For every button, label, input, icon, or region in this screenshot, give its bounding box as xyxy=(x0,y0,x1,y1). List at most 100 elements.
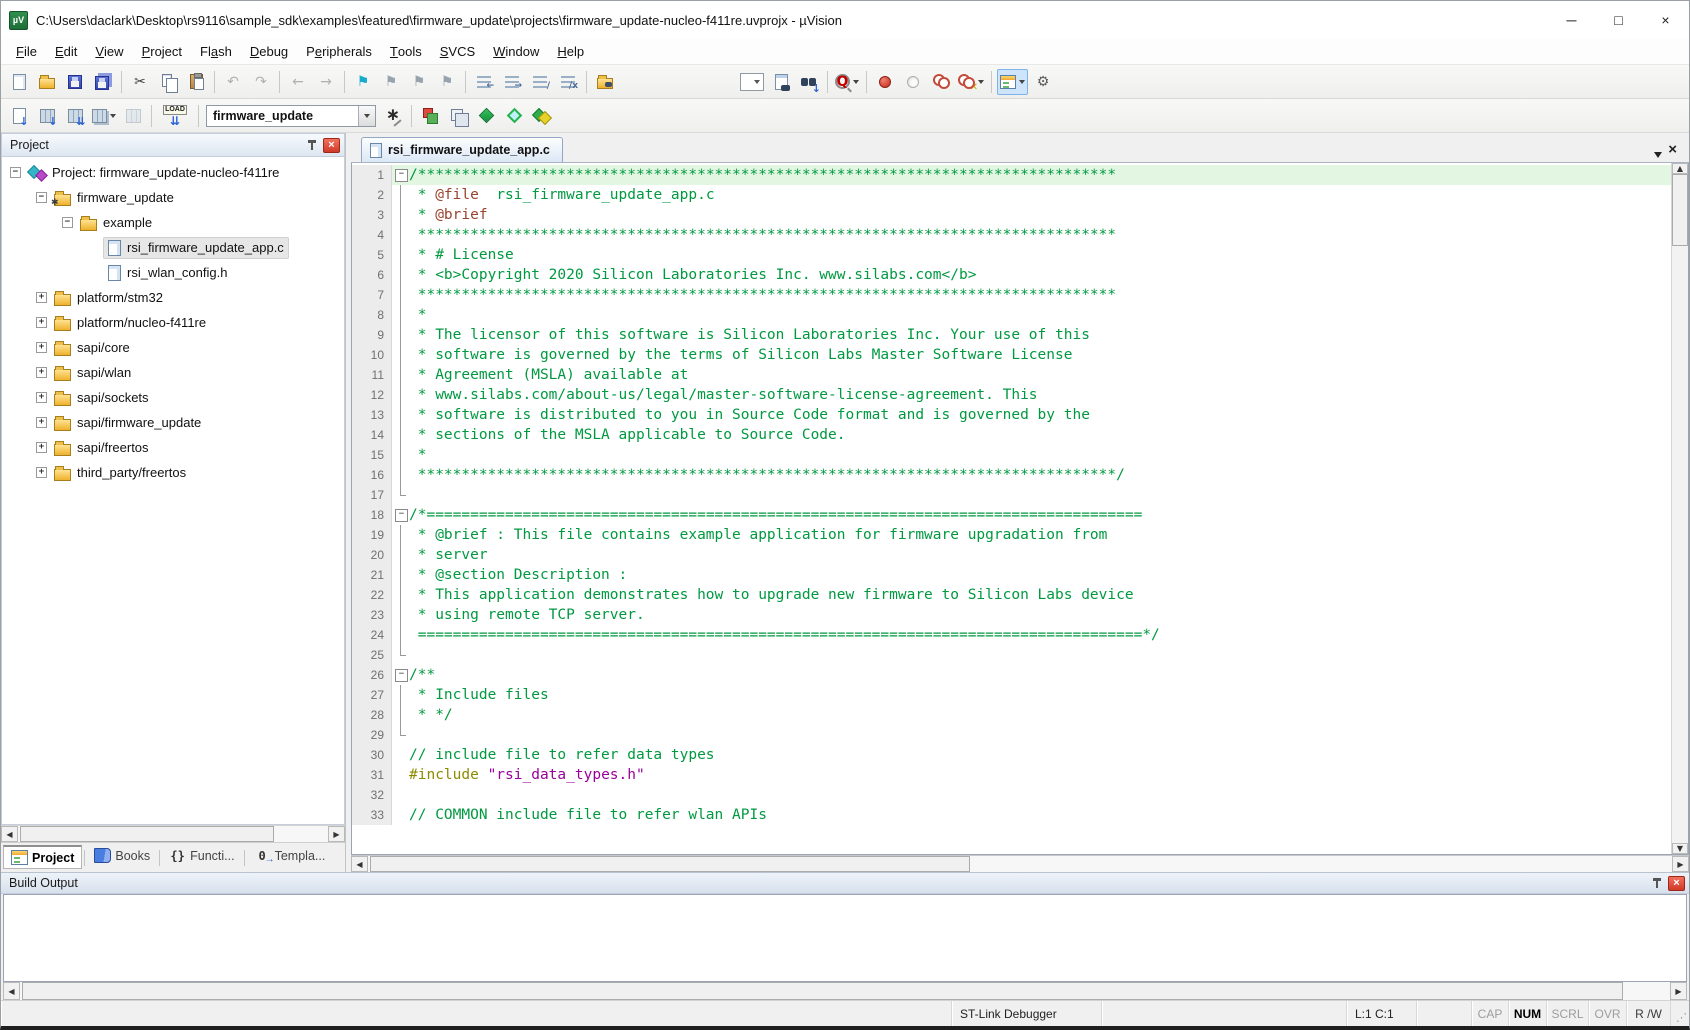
enable-breakpoint-button[interactable] xyxy=(900,69,926,95)
code-line[interactable]: 10 * software is governed by the terms o… xyxy=(352,345,1671,365)
menu-project[interactable]: Project xyxy=(133,39,191,64)
code-line[interactable]: 19 * @brief : This file contains example… xyxy=(352,525,1671,545)
bookmark-next-button[interactable]: ⚑ xyxy=(378,69,404,95)
code-line[interactable]: 31#include "rsi_data_types.h" xyxy=(352,765,1671,785)
scroll-right-icon[interactable]: ▶ xyxy=(1670,982,1687,1000)
stop-build-button[interactable] xyxy=(120,103,146,129)
pin-icon[interactable] xyxy=(1652,878,1662,889)
unindent-button[interactable]: ← xyxy=(471,69,497,95)
quick-search-button[interactable]: Q xyxy=(833,69,861,95)
editor-hscrollbar[interactable]: ◀ ▶ xyxy=(351,855,1689,872)
build-button[interactable]: ↓ xyxy=(34,103,60,129)
manage-rte-button[interactable] xyxy=(473,103,499,129)
tree-item[interactable]: +sapi/firmware_update xyxy=(2,410,344,435)
code-line[interactable]: 27 * Include files xyxy=(352,685,1671,705)
project-panel-close-icon[interactable] xyxy=(323,138,340,153)
open-file-button[interactable] xyxy=(34,69,60,95)
find-in-files-2-button[interactable] xyxy=(768,69,794,95)
search-history-combobox[interactable] xyxy=(738,69,766,95)
download-button[interactable]: LOAD⇊ xyxy=(157,103,193,129)
tab-project[interactable]: Project xyxy=(3,845,82,869)
code-line[interactable]: 16 *************************************… xyxy=(352,465,1671,485)
tab-books[interactable]: Books xyxy=(87,845,157,866)
tab-functi[interactable]: {}Functi... xyxy=(162,845,241,866)
collapse-icon[interactable]: − xyxy=(62,217,73,228)
scroll-up-icon[interactable]: ▲ xyxy=(1672,163,1688,174)
tree-item[interactable]: −example xyxy=(2,210,344,235)
undo-button[interactable]: ↶ xyxy=(220,69,246,95)
scroll-left-icon[interactable]: ◀ xyxy=(1,826,18,842)
code-line[interactable]: 11 * Agreement (MSLA) available at xyxy=(352,365,1671,385)
code-line[interactable]: 30// include file to refer data types xyxy=(352,745,1671,765)
scroll-left-icon[interactable]: ◀ xyxy=(351,856,368,872)
scroll-right-icon[interactable]: ▶ xyxy=(1672,856,1689,872)
indent-button[interactable]: → xyxy=(499,69,525,95)
code-line[interactable]: 26/** xyxy=(352,665,1671,685)
build-output-content[interactable] xyxy=(3,894,1687,982)
navigate-forward-button[interactable]: → xyxy=(313,69,339,95)
maximize-button[interactable]: □ xyxy=(1595,1,1642,39)
manage-project-items-button[interactable] xyxy=(417,103,443,129)
scroll-thumb[interactable] xyxy=(20,826,274,842)
fold-collapse-icon[interactable] xyxy=(392,505,409,525)
menu-tools[interactable]: Tools xyxy=(381,39,431,64)
code-line[interactable]: 12 * www.silabs.com/about-us/legal/maste… xyxy=(352,385,1671,405)
code-line[interactable]: 13 * software is distributed to you in S… xyxy=(352,405,1671,425)
disable-all-breakpoints-button[interactable] xyxy=(928,69,954,95)
code-line[interactable]: 21 * @section Description : xyxy=(352,565,1671,585)
manage-books-button[interactable] xyxy=(445,103,471,129)
build-output-close-icon[interactable] xyxy=(1668,876,1685,891)
code-line[interactable]: 20 * server xyxy=(352,545,1671,565)
code-line[interactable]: 8 * xyxy=(352,305,1671,325)
tree-item[interactable]: −firmware_update xyxy=(2,185,344,210)
paste-button[interactable] xyxy=(183,69,209,95)
code-line[interactable]: 15 * xyxy=(352,445,1671,465)
window-layout-button[interactable] xyxy=(997,69,1028,95)
target-options-button[interactable]: ∗ xyxy=(380,103,406,129)
menu-svcs[interactable]: SVCS xyxy=(431,39,484,64)
code-area[interactable]: 1/**************************************… xyxy=(352,163,1671,854)
tree-item[interactable]: +platform/stm32 xyxy=(2,285,344,310)
pack-installer-button[interactable] xyxy=(529,103,555,129)
code-line[interactable]: 1/**************************************… xyxy=(352,165,1671,185)
tree-item[interactable]: +sapi/sockets xyxy=(2,385,344,410)
code-line[interactable]: 24 =====================================… xyxy=(352,625,1671,645)
tab-list-dropdown[interactable] xyxy=(1651,152,1668,162)
rebuild-button[interactable]: ⇊ xyxy=(62,103,88,129)
code-line[interactable]: 9 * The licensor of this software is Sil… xyxy=(352,325,1671,345)
expand-icon[interactable]: + xyxy=(36,467,47,478)
expand-icon[interactable]: + xyxy=(36,442,47,453)
target-select-combobox[interactable]: firmware_update xyxy=(206,105,376,127)
code-line[interactable]: 7 **************************************… xyxy=(352,285,1671,305)
target-select-dropdown-icon[interactable] xyxy=(358,106,375,126)
code-line[interactable]: 2 * @file rsi_firmware_update_app.c xyxy=(352,185,1671,205)
save-button[interactable] xyxy=(62,69,88,95)
code-line[interactable]: 32 xyxy=(352,785,1671,805)
menu-file[interactable]: File xyxy=(7,39,46,64)
expand-icon[interactable]: + xyxy=(36,317,47,328)
tree-item[interactable]: rsi_firmware_update_app.c xyxy=(2,235,344,260)
navigate-back-button[interactable]: ← xyxy=(285,69,311,95)
menu-debug[interactable]: Debug xyxy=(241,39,297,64)
close-button[interactable]: × xyxy=(1642,1,1689,39)
scroll-thumb[interactable] xyxy=(370,856,970,872)
tree-item[interactable]: +sapi/freertos xyxy=(2,435,344,460)
collapse-icon[interactable]: − xyxy=(10,167,21,178)
expand-icon[interactable]: + xyxy=(36,417,47,428)
code-line[interactable]: 4 **************************************… xyxy=(352,225,1671,245)
code-line[interactable]: 23 * using remote TCP server. xyxy=(352,605,1671,625)
configuration-button[interactable]: ⚙ xyxy=(1030,69,1056,95)
fold-collapse-icon[interactable] xyxy=(392,165,409,185)
redo-button[interactable]: ↷ xyxy=(248,69,274,95)
uncomment-selection-button[interactable]: ∕x xyxy=(555,69,581,95)
collapse-icon[interactable]: − xyxy=(36,192,47,203)
tree-item[interactable]: +sapi/core xyxy=(2,335,344,360)
code-line[interactable]: 18/*====================================… xyxy=(352,505,1671,525)
code-line[interactable]: 28 * */ xyxy=(352,705,1671,725)
minimize-button[interactable]: ─ xyxy=(1548,1,1595,39)
tab-templa[interactable]: 0Templa... xyxy=(247,845,333,866)
code-line[interactable]: 17 xyxy=(352,485,1671,505)
bookmark-previous-button[interactable]: ⚑ xyxy=(406,69,432,95)
select-variant-button[interactable] xyxy=(501,103,527,129)
editor-close-icon[interactable]: × xyxy=(1668,141,1683,162)
